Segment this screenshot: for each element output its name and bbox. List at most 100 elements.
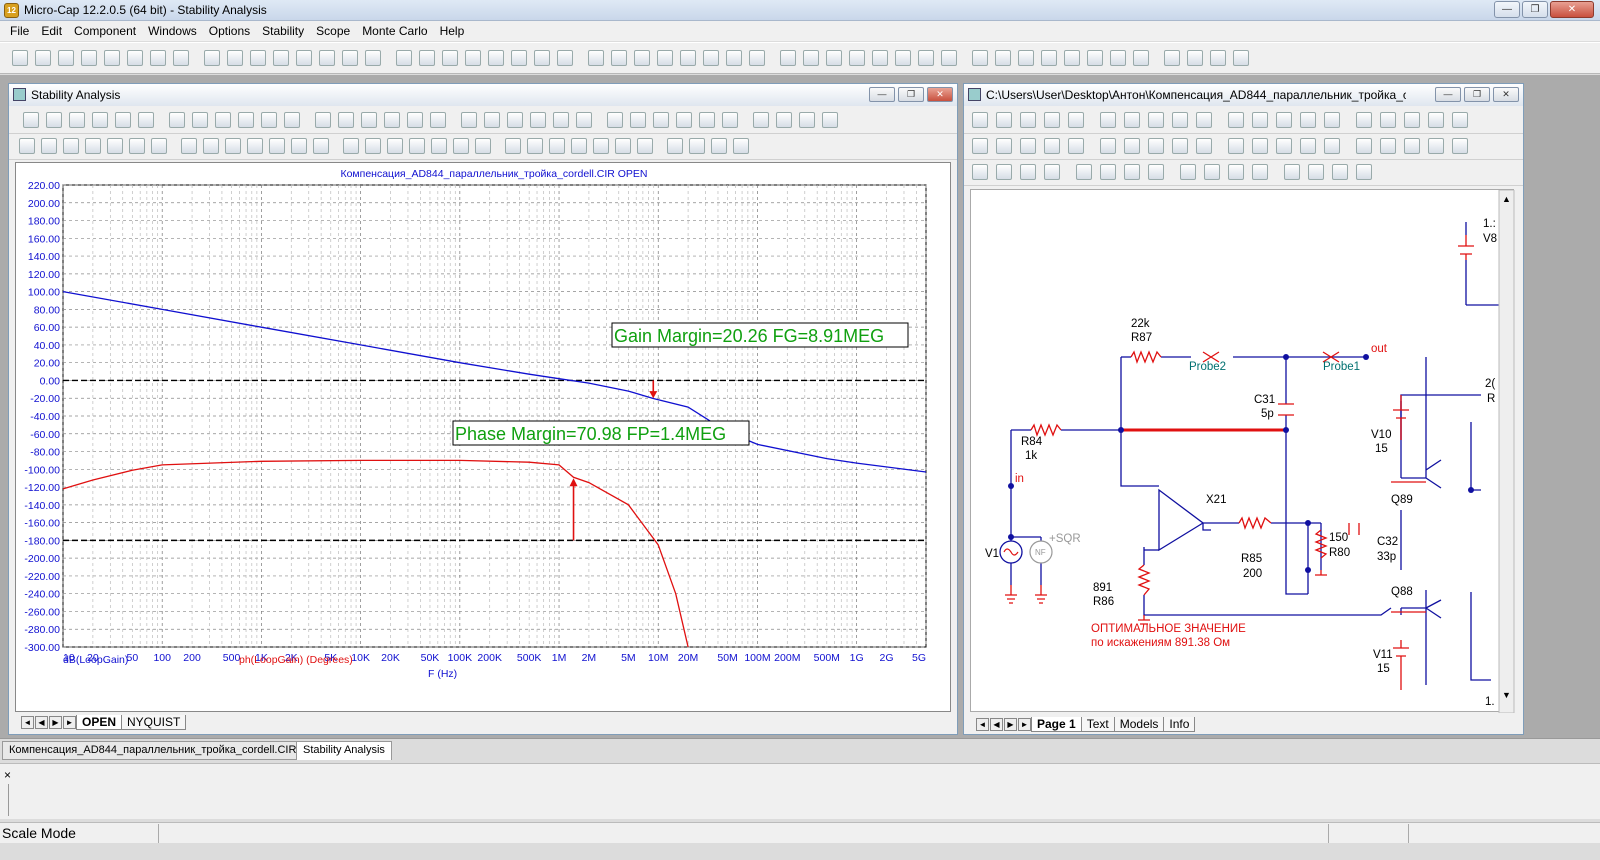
toolbar-button[interactable] (611, 50, 627, 66)
toolbar-button[interactable] (822, 112, 838, 128)
toolbar-button[interactable] (46, 112, 62, 128)
tab-prev-icon[interactable]: ◀ (990, 717, 1003, 731)
toolbar-button[interactable] (384, 112, 400, 128)
tab-info[interactable]: Info (1163, 716, 1196, 732)
minimize-icon[interactable]: — (1494, 1, 1520, 18)
toolbar-button[interactable] (1100, 164, 1116, 180)
toolbar-button[interactable] (799, 112, 815, 128)
toolbar-button[interactable] (225, 138, 241, 154)
toolbar-button[interactable] (343, 138, 359, 154)
toolbar-button[interactable] (972, 50, 988, 66)
tab-last-icon[interactable]: ► (63, 715, 76, 729)
toolbar-button[interactable] (361, 112, 377, 128)
toolbar-button[interactable] (1356, 112, 1372, 128)
tab-nyquist[interactable]: NYQUIST (121, 714, 187, 730)
toolbar-button[interactable] (918, 50, 934, 66)
toolbar-button[interactable] (1100, 138, 1116, 154)
toolbar-button[interactable] (553, 112, 569, 128)
toolbar-button[interactable] (1041, 50, 1057, 66)
menu-options[interactable]: Options (203, 24, 256, 38)
toolbar-button[interactable] (227, 50, 243, 66)
toolbar-button[interactable] (238, 112, 254, 128)
toolbar-button[interactable] (1187, 50, 1203, 66)
toolbar-button[interactable] (475, 138, 491, 154)
toolbar-button[interactable] (85, 138, 101, 154)
tab-open[interactable]: OPEN (76, 714, 123, 730)
toolbar-button[interactable] (430, 112, 446, 128)
toolbar-button[interactable] (996, 164, 1012, 180)
menu-help[interactable]: Help (434, 24, 471, 38)
toolbar-button[interactable] (637, 138, 653, 154)
toolbar-button[interactable] (972, 138, 988, 154)
toolbar-button[interactable] (69, 112, 85, 128)
toolbar-button[interactable] (1064, 50, 1080, 66)
toolbar-button[interactable] (711, 138, 727, 154)
toolbar-button[interactable] (1428, 138, 1444, 154)
toolbar-button[interactable] (396, 50, 412, 66)
toolbar-button[interactable] (996, 138, 1012, 154)
toolbar-button[interactable] (138, 112, 154, 128)
toolbar-button[interactable] (409, 138, 425, 154)
toolbar-button[interactable] (699, 112, 715, 128)
toolbar-button[interactable] (273, 50, 289, 66)
toolbar-button[interactable] (488, 50, 504, 66)
toolbar-button[interactable] (58, 50, 74, 66)
toolbar-button[interactable] (680, 50, 696, 66)
toolbar-button[interactable] (1124, 164, 1140, 180)
scroll-down-icon[interactable]: ▼ (1502, 690, 1511, 700)
toolbar-button[interactable] (115, 112, 131, 128)
toolbar-button[interactable] (296, 50, 312, 66)
doc-tab-circuit[interactable]: Компенсация_AD844_параллельник_тройка_co… (2, 741, 304, 760)
toolbar-button[interactable] (1110, 50, 1126, 66)
toolbar-button[interactable] (1308, 164, 1324, 180)
toolbar-button[interactable] (1068, 112, 1084, 128)
toolbar-button[interactable] (1356, 164, 1372, 180)
toolbar-button[interactable] (1020, 164, 1036, 180)
toolbar-button[interactable] (419, 50, 435, 66)
toolbar-button[interactable] (1044, 112, 1060, 128)
toolbar-button[interactable] (1044, 164, 1060, 180)
toolbar-button[interactable] (826, 50, 842, 66)
close-icon[interactable]: × (4, 768, 11, 782)
toolbar-button[interactable] (872, 50, 888, 66)
toolbar-button[interactable] (484, 112, 500, 128)
toolbar-button[interactable] (1380, 112, 1396, 128)
toolbar-button[interactable] (749, 50, 765, 66)
toolbar-button[interactable] (1180, 164, 1196, 180)
doc-tab-stability[interactable]: Stability Analysis (296, 741, 392, 760)
tab-first-icon[interactable]: ◄ (976, 717, 989, 731)
toolbar-button[interactable] (204, 50, 220, 66)
toolbar-button[interactable] (703, 50, 719, 66)
toolbar-button[interactable] (1018, 50, 1034, 66)
toolbar-button[interactable] (1404, 138, 1420, 154)
toolbar-button[interactable] (1100, 112, 1116, 128)
toolbar-button[interactable] (173, 50, 189, 66)
menu-component[interactable]: Component (68, 24, 142, 38)
toolbar-button[interactable] (667, 138, 683, 154)
toolbar-button[interactable] (780, 50, 796, 66)
toolbar-button[interactable] (313, 138, 329, 154)
toolbar-button[interactable] (1148, 164, 1164, 180)
toolbar-button[interactable] (1252, 112, 1268, 128)
toolbar-button[interactable] (1276, 112, 1292, 128)
toolbar-button[interactable] (192, 112, 208, 128)
toolbar-button[interactable] (261, 112, 277, 128)
toolbar-button[interactable] (1324, 138, 1340, 154)
toolbar-button[interactable] (1380, 138, 1396, 154)
toolbar-button[interactable] (23, 112, 39, 128)
toolbar-button[interactable] (215, 112, 231, 128)
toolbar-button[interactable] (1228, 164, 1244, 180)
close-icon[interactable]: ✕ (927, 87, 953, 102)
toolbar-button[interactable] (1133, 50, 1149, 66)
toolbar-button[interactable] (676, 112, 692, 128)
toolbar-button[interactable] (1452, 112, 1468, 128)
toolbar-button[interactable] (511, 50, 527, 66)
toolbar-button[interactable] (284, 112, 300, 128)
toolbar-button[interactable] (1324, 112, 1340, 128)
toolbar-button[interactable] (247, 138, 263, 154)
toolbar-button[interactable] (129, 138, 145, 154)
toolbar-button[interactable] (35, 50, 51, 66)
toolbar-button[interactable] (1452, 138, 1468, 154)
toolbar-button[interactable] (1228, 112, 1244, 128)
toolbar-button[interactable] (431, 138, 447, 154)
